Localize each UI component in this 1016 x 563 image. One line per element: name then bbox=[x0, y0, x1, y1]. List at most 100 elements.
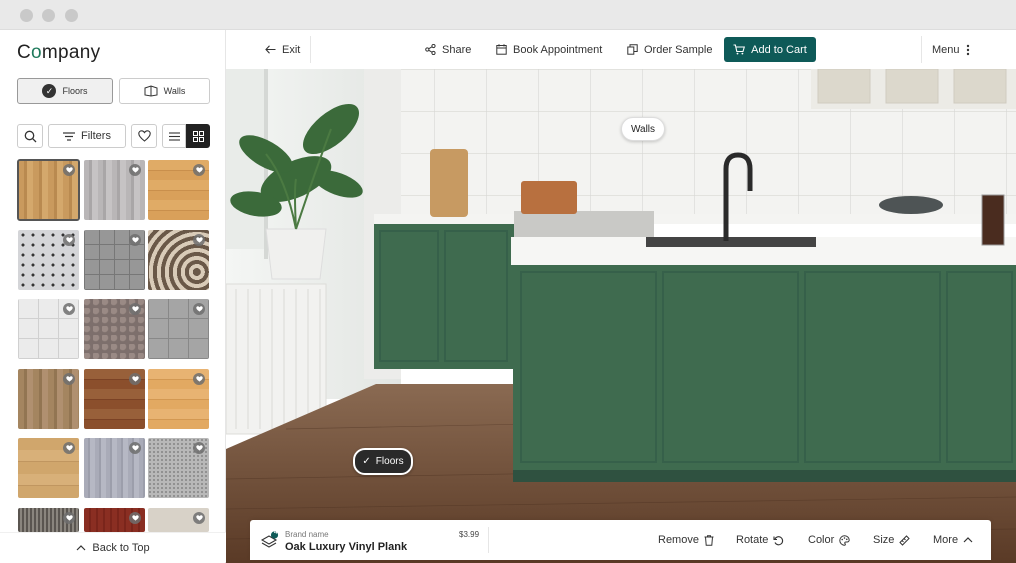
walls-filter-label: Walls bbox=[163, 86, 186, 96]
palette-icon bbox=[839, 534, 850, 546]
order-sample-button[interactable]: Order Sample bbox=[627, 30, 712, 69]
filter-icon bbox=[63, 131, 76, 141]
product-price: $3.99 bbox=[459, 530, 480, 539]
swatch-swirl-pattern[interactable] bbox=[148, 230, 209, 290]
floors-hotspot-label: Floors bbox=[375, 456, 404, 467]
heart-icon[interactable] bbox=[193, 373, 205, 385]
swatch-walnut[interactable] bbox=[84, 369, 145, 429]
grid-icon bbox=[192, 130, 204, 142]
heart-icon[interactable] bbox=[129, 303, 141, 315]
heart-icon[interactable] bbox=[63, 442, 75, 454]
divider bbox=[921, 36, 922, 63]
product-sidebar: Company ✓ Floors Walls Filters Back to T… bbox=[0, 30, 226, 563]
floors-hotspot[interactable]: ✓ Floors bbox=[353, 448, 413, 475]
divider bbox=[310, 36, 311, 63]
book-appointment-button[interactable]: Book Appointment bbox=[496, 30, 602, 69]
back-to-top-button[interactable]: Back to Top bbox=[0, 532, 226, 562]
remove-label: Remove bbox=[658, 534, 699, 546]
swatch-speckled-granite[interactable] bbox=[148, 438, 209, 498]
heart-icon[interactable] bbox=[129, 512, 141, 524]
remove-button[interactable]: Remove bbox=[658, 520, 714, 560]
heart-icon[interactable] bbox=[129, 164, 141, 176]
rotate-button[interactable]: Rotate bbox=[736, 520, 784, 560]
book-appointment-label: Book Appointment bbox=[513, 43, 603, 56]
window-dot-maximize[interactable] bbox=[65, 9, 78, 22]
share-button[interactable]: Share bbox=[425, 30, 471, 69]
walls-filter-button[interactable]: Walls bbox=[119, 78, 210, 104]
heart-icon[interactable] bbox=[63, 234, 75, 246]
swatch-grey-stone-tile[interactable] bbox=[84, 230, 145, 290]
search-button[interactable] bbox=[17, 124, 43, 148]
menu-button[interactable]: Menu bbox=[932, 30, 970, 69]
heart-icon[interactable] bbox=[193, 234, 205, 246]
swatch-cream-stone[interactable] bbox=[148, 508, 209, 532]
swatch-honey-plank[interactable] bbox=[148, 160, 209, 220]
add-to-cart-button[interactable]: Add to Cart bbox=[724, 37, 816, 62]
share-icon bbox=[425, 44, 436, 55]
room-visualizer[interactable]: Walls ✓ Floors bbox=[226, 69, 1016, 563]
swatch-light-oak[interactable] bbox=[17, 159, 80, 221]
share-label: Share bbox=[442, 43, 472, 56]
heart-icon[interactable] bbox=[63, 303, 75, 315]
swatch-cherry[interactable] bbox=[84, 508, 145, 532]
list-icon bbox=[168, 131, 180, 141]
chevron-up-icon bbox=[963, 537, 973, 543]
swatch-driftwood[interactable] bbox=[18, 369, 79, 429]
color-button[interactable]: Color bbox=[808, 520, 850, 560]
heart-icon[interactable] bbox=[193, 512, 205, 524]
product-name: Oak Luxury Vinyl Plank bbox=[285, 541, 408, 553]
walls-hotspot-label: Walls bbox=[630, 123, 656, 135]
size-label: Size bbox=[873, 534, 895, 546]
favorites-button[interactable] bbox=[131, 124, 157, 148]
swatch-grey-square-tile[interactable] bbox=[148, 299, 209, 359]
swatch-silver-grain[interactable] bbox=[84, 438, 145, 498]
heart-icon[interactable] bbox=[193, 164, 205, 176]
sample-icon bbox=[627, 44, 638, 55]
swatch-white-tile[interactable] bbox=[18, 299, 79, 359]
swatch-maple[interactable] bbox=[148, 369, 209, 429]
calendar-icon bbox=[496, 44, 507, 55]
grid-view-button[interactable] bbox=[186, 124, 210, 148]
divider bbox=[488, 527, 489, 553]
walls-icon bbox=[144, 85, 158, 97]
heart-icon[interactable] bbox=[63, 512, 75, 524]
filters-button[interactable]: Filters bbox=[48, 124, 126, 148]
top-toolbar: Exit Share Book Appointment Order Sample… bbox=[226, 30, 991, 69]
heart-icon[interactable] bbox=[63, 164, 75, 176]
more-label: More bbox=[933, 534, 959, 546]
more-button[interactable]: More bbox=[933, 520, 973, 560]
heart-icon[interactable] bbox=[193, 303, 205, 315]
product-detail-bar: 4 Brand name Oak Luxury Vinyl Plank $3.9… bbox=[250, 520, 991, 560]
arrow-left-icon bbox=[265, 45, 276, 54]
exit-label: Exit bbox=[282, 43, 301, 56]
add-to-cart-label: Add to Cart bbox=[751, 43, 807, 56]
back-to-top-label: Back to Top bbox=[92, 541, 150, 554]
heart-icon[interactable] bbox=[129, 373, 141, 385]
swatch-pebble-stone[interactable] bbox=[84, 299, 145, 359]
swatch-dot-tile[interactable] bbox=[18, 230, 79, 290]
size-button[interactable]: Size bbox=[873, 520, 911, 560]
heart-icon[interactable] bbox=[193, 442, 205, 454]
window-dot-minimize[interactable] bbox=[42, 9, 55, 22]
swatch-grey-wood[interactable] bbox=[84, 160, 145, 220]
more-vertical-icon bbox=[966, 44, 969, 55]
exit-button[interactable]: Exit bbox=[265, 30, 300, 69]
heart-icon bbox=[137, 130, 151, 142]
window-dot-close[interactable] bbox=[20, 9, 33, 22]
ruler-icon bbox=[899, 534, 911, 546]
heart-icon[interactable] bbox=[129, 442, 141, 454]
rotate-icon bbox=[773, 535, 784, 545]
check-icon: ✓ bbox=[362, 456, 371, 467]
walls-hotspot[interactable]: Walls bbox=[621, 117, 665, 141]
order-sample-label: Order Sample bbox=[644, 43, 713, 56]
heart-icon[interactable] bbox=[129, 234, 141, 246]
floors-filter-button[interactable]: ✓ Floors bbox=[17, 78, 113, 104]
swatch-dark-texture[interactable] bbox=[18, 508, 79, 532]
check-icon: ✓ bbox=[42, 84, 57, 98]
menu-label: Menu bbox=[932, 43, 960, 56]
swatch-natural-oak[interactable] bbox=[18, 438, 79, 498]
heart-icon[interactable] bbox=[63, 373, 75, 385]
floors-filter-label: Floors bbox=[62, 86, 88, 96]
list-view-button[interactable] bbox=[162, 124, 186, 148]
kitchen-scene bbox=[226, 69, 1016, 563]
